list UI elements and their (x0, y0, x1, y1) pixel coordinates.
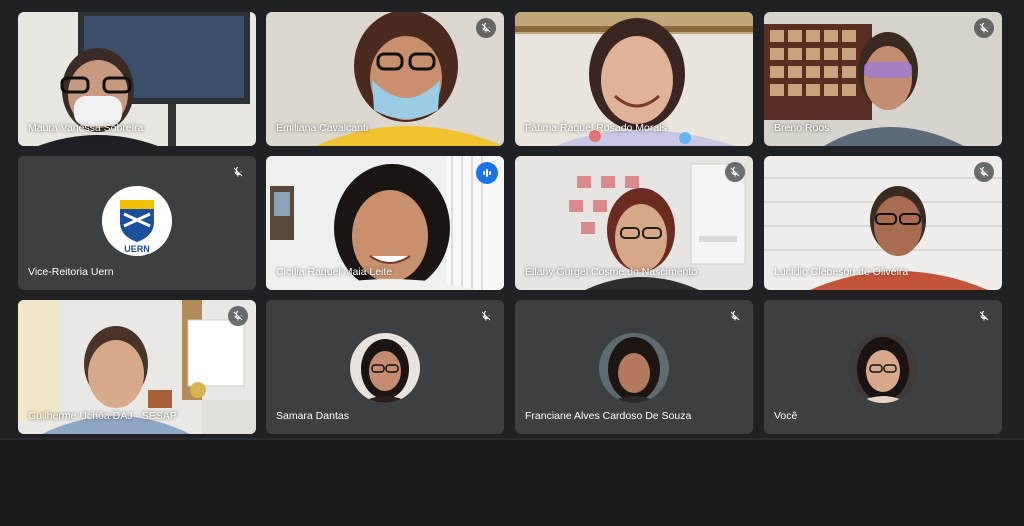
mic-off-icon (974, 18, 994, 38)
participant-name: Você (774, 410, 798, 422)
participant-name: Franciane Alves Cardoso De Souza (525, 410, 692, 422)
institution-logo: UERN (102, 186, 172, 256)
mic-off-icon (974, 306, 994, 326)
participant-tile[interactable]: UERN Vice-Reitoria Uern (18, 156, 256, 290)
participant-name: Emiliana Cavalcanti (276, 122, 369, 134)
avatar (350, 333, 420, 403)
mic-off-icon (228, 162, 248, 182)
participant-tile[interactable]: Emiliana Cavalcanti (266, 12, 504, 146)
mic-off-icon (725, 162, 745, 182)
avatar (599, 333, 669, 403)
bottom-control-bar (0, 438, 1024, 526)
participant-name: Ellany Gurgel Cosme do Nascimento (525, 266, 698, 278)
participant-tile[interactable]: Ellany Gurgel Cosme do Nascimento (515, 156, 753, 290)
participant-tile[interactable]: Maura Vanessa Sobreira (18, 12, 256, 146)
logo-text: UERN (124, 244, 150, 254)
participant-name: Breno Roos (774, 122, 830, 134)
mic-off-icon (476, 18, 496, 38)
mic-off-icon (476, 306, 496, 326)
mic-off-icon (974, 162, 994, 182)
video-grid: Maura Vanessa Sobreira Emiliana Cavalcan… (0, 0, 1024, 438)
participant-tile-self[interactable]: Você (764, 300, 1002, 434)
participant-tile[interactable]: Franciane Alves Cardoso De Souza (515, 300, 753, 434)
mic-off-icon (228, 306, 248, 326)
participant-name: Samara Dantas (276, 410, 349, 422)
participant-tile[interactable]: Samara Dantas (266, 300, 504, 434)
participant-name: Fátima Raquel Rosado Morais (525, 122, 667, 134)
participant-tile[interactable]: Fátima Raquel Rosado Morais (515, 12, 753, 146)
participant-name: Lucídio Clebeson de Oliveira (774, 266, 909, 278)
participant-name: Cicília Raquel Maia Leite (276, 266, 393, 278)
participant-tile[interactable]: Lucídio Clebeson de Oliveira (764, 156, 1002, 290)
mic-off-icon (725, 306, 745, 326)
participant-name: Guilherme Uchôa DAJ - SESAP (28, 410, 177, 422)
participant-tile[interactable]: Guilherme Uchôa DAJ - SESAP (18, 300, 256, 434)
participant-tile-active-speaker[interactable]: Cicília Raquel Maia Leite (266, 156, 504, 290)
participant-tile[interactable]: Breno Roos (764, 12, 1002, 146)
audio-level-icon (476, 162, 498, 184)
avatar (848, 333, 918, 403)
participant-name: Vice-Reitoria Uern (28, 266, 114, 278)
participant-name: Maura Vanessa Sobreira (28, 122, 144, 134)
